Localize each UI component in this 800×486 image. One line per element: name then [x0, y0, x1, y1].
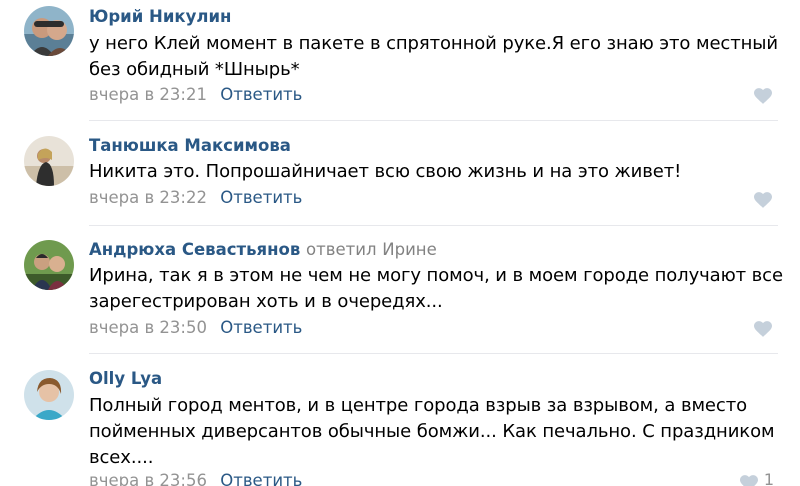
comment-text-line: Ирина, так я в этом не чем не могу помоч…: [89, 265, 783, 286]
like-count: 1: [763, 470, 774, 486]
comment-author[interactable]: Юрий Никулин: [89, 7, 231, 27]
comment-text: Ирина, так я в этом не чем не могу помоч…: [89, 263, 783, 315]
author-name[interactable]: Юрий Никулин: [89, 7, 231, 26]
heart-icon: [754, 192, 772, 208]
comments-list: Юрий Никулин у него Клей момент в пакете…: [0, 0, 800, 486]
reply-button[interactable]: Ответить: [220, 188, 302, 207]
like-button[interactable]: [754, 192, 772, 208]
reply-button[interactable]: Ответить: [220, 85, 302, 104]
comment: Андрюха Севастьянов ответил Ирине Ирина,…: [0, 228, 800, 354]
author-name[interactable]: Танюшка Максимова: [89, 136, 291, 155]
avatar[interactable]: [24, 6, 74, 56]
reply-button[interactable]: Ответить: [220, 318, 302, 337]
like-button[interactable]: [754, 321, 772, 337]
heart-icon: [754, 88, 772, 104]
comment-author[interactable]: Танюшка Максимова: [89, 136, 291, 156]
divider: [89, 120, 778, 121]
like-button[interactable]: [740, 475, 758, 486]
comment-text: у него Клей момент в пакете в спрятонной…: [89, 31, 779, 83]
comment-meta: вчера в 23:50 Ответить: [89, 318, 302, 338]
comment-text: Никита это. Попрошайничает всю свою жизн…: [89, 159, 779, 185]
heart-icon: [740, 475, 758, 486]
author-name[interactable]: Olly Lya: [89, 369, 162, 388]
comment-text-line: у него Клей момент в пакете в спрятонной…: [89, 33, 778, 54]
like-button[interactable]: [754, 88, 772, 104]
comment-time[interactable]: вчера в 23:22: [89, 188, 207, 207]
comment-meta: вчера в 23:22 Ответить: [89, 188, 302, 208]
comment-text-line: зарегестрирован хоть и в очередях...: [89, 291, 443, 312]
avatar[interactable]: [24, 136, 74, 186]
comment-author: Андрюха Севастьянов ответил Ирине: [89, 240, 437, 260]
comment: Танюшка Максимова Никита это. Попрошайни…: [0, 122, 800, 228]
comment-time[interactable]: вчера в 23:21: [89, 85, 207, 104]
comment-author[interactable]: Olly Lya: [89, 369, 162, 389]
avatar-image: [24, 136, 74, 186]
avatar-image: [24, 370, 74, 420]
avatar-image: [24, 6, 74, 56]
comment-meta: вчера в 23:56 Ответить: [89, 471, 302, 486]
comment-text-line: пойменных диверсантов обычные бомжи... К…: [89, 421, 775, 442]
comment-time[interactable]: вчера в 23:50: [89, 318, 207, 337]
comment-text-line: Полный город ментов, и в центре города в…: [89, 395, 747, 416]
comment-text-line: Никита это. Попрошайничает всю свою жизн…: [89, 161, 682, 182]
comment: Olly Lya Полный город ментов, и в центре…: [0, 354, 800, 486]
divider: [89, 225, 778, 226]
reply-to-prefix: ответил: [306, 240, 377, 259]
heart-icon: [754, 321, 772, 337]
reply-button[interactable]: Ответить: [220, 471, 302, 486]
avatar[interactable]: [24, 370, 74, 420]
comment-time[interactable]: вчера в 23:56: [89, 471, 207, 486]
comment-meta: вчера в 23:21 Ответить: [89, 85, 302, 105]
avatar-image: [24, 240, 74, 290]
reply-to-link[interactable]: Ирине: [382, 240, 436, 259]
author-name[interactable]: Андрюха Севастьянов: [89, 240, 300, 259]
comment-text-line: всех....: [89, 447, 154, 468]
avatar[interactable]: [24, 240, 74, 290]
comment: Юрий Никулин у него Клей момент в пакете…: [0, 0, 800, 122]
comment-text-line: без обидный *Шнырь*: [89, 59, 300, 80]
comment-text: Полный город ментов, и в центре города в…: [89, 393, 779, 471]
